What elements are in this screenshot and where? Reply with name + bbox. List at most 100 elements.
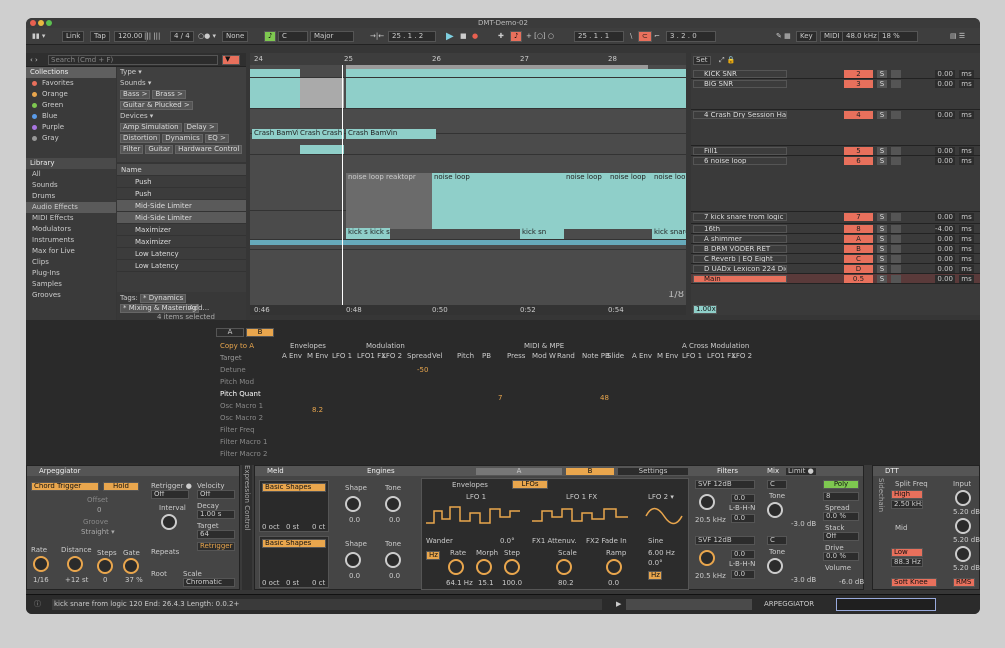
filter-a-select[interactable]: SVF 12dB <box>695 480 755 489</box>
track-header[interactable]: BIG SNR 3 S 0.00 ms <box>691 79 980 110</box>
arm-button[interactable] <box>891 70 901 78</box>
gate-knob[interactable] <box>123 558 139 574</box>
track-activator[interactable]: 7 <box>844 213 873 221</box>
follow-icon[interactable]: →|← <box>370 31 384 42</box>
arm-button[interactable] <box>891 255 901 263</box>
hold-button[interactable]: Hold <box>103 482 139 491</box>
clip-noise-loop[interactable]: noise loop reaktopr <box>346 173 432 229</box>
overdub-icon[interactable]: ✚ <box>498 31 504 42</box>
track-delay-unit[interactable]: ms <box>959 147 974 155</box>
library-item[interactable]: Instruments <box>26 235 116 246</box>
limit-toggle[interactable]: Limit ● <box>785 467 817 476</box>
tone-b-knob[interactable] <box>385 552 401 568</box>
device-filter-chip[interactable]: Distortion <box>120 134 161 143</box>
name-column-header[interactable]: Name <box>117 164 246 176</box>
sound-filter-chip[interactable]: Brass > <box>152 90 186 99</box>
solo-button[interactable]: S <box>877 70 887 78</box>
matrix-tab-b[interactable]: B <box>246 328 274 337</box>
osc-a-st[interactable]: 0 st <box>286 523 299 531</box>
rms-toggle[interactable]: RMS <box>953 578 975 587</box>
track-activator[interactable]: 0.5 <box>844 275 873 283</box>
track-activator[interactable]: 5 <box>844 147 873 155</box>
browser-search-input[interactable]: Search (Cmd + F) <box>48 55 218 65</box>
matrix-value[interactable]: -50 <box>417 366 428 374</box>
draw-mode-icon[interactable]: \ <box>630 31 632 42</box>
track-header[interactable]: 6 noise loop 6 S 0.00 ms <box>691 156 980 212</box>
track-name[interactable]: BIG SNR <box>693 80 787 88</box>
osc-a-oct[interactable]: 0 oct <box>262 523 280 531</box>
filter-a-type[interactable]: L-B-H-N <box>729 504 755 512</box>
scale-toggle[interactable]: ♪ <box>264 31 277 42</box>
decay-field[interactable]: 1.00 s <box>197 510 235 519</box>
track-name[interactable]: Fill1 <box>693 147 787 155</box>
lfo2-hz-toggle[interactable]: Hz <box>648 571 662 580</box>
lfo2-label[interactable]: LFO 2 ▾ <box>648 493 674 501</box>
library-item[interactable]: Plug-Ins <box>26 268 116 279</box>
arm-button[interactable] <box>891 235 901 243</box>
input-low-knob[interactable] <box>955 546 971 562</box>
device-filter-chip[interactable]: EQ > <box>204 134 229 143</box>
copy-to-a[interactable]: Copy to A <box>220 342 254 350</box>
track-name[interactable]: Main <box>693 275 787 283</box>
loop-icon[interactable]: + [○] ○ <box>526 31 554 42</box>
record-icon[interactable]: ● <box>472 31 478 42</box>
collection-item[interactable]: Purple <box>26 122 116 133</box>
tag-dynamics[interactable]: * Dynamics <box>140 294 187 303</box>
lfo1fx-waveform[interactable] <box>532 503 628 529</box>
tag-mixing[interactable]: * Mixing & Mastering <box>120 304 200 313</box>
tempo-field[interactable]: 120.00 <box>114 31 147 42</box>
osc-b-st[interactable]: 0 st <box>286 579 299 587</box>
poly-toggle[interactable]: Poly <box>823 480 859 489</box>
track-header[interactable]: Fill1 5 S 0.00 ms <box>691 146 980 156</box>
track-name[interactable]: A shimmer <box>693 235 787 243</box>
lfo2-shape[interactable]: Sine <box>648 537 663 545</box>
meld-tab-b[interactable]: B <box>565 467 615 476</box>
clip-kick-snare[interactable]: kick sn <box>520 228 564 239</box>
matrix-row-target[interactable]: Filter Macro 2 <box>220 450 267 458</box>
clip-noise-loop[interactable]: noise loop <box>564 173 608 229</box>
library-item[interactable]: Max for Live <box>26 246 116 257</box>
track-activator[interactable]: 4 <box>844 111 873 119</box>
clip-kick-snare[interactable]: kick snare fr <box>652 228 686 239</box>
track-activator[interactable]: A <box>844 235 873 243</box>
arp-mode-select[interactable]: Chord Trigger <box>31 482 99 491</box>
sound-filter-chip[interactable]: Guitar & Plucked > <box>120 101 193 110</box>
track-volume[interactable]: -4.00 <box>935 225 955 233</box>
track-delay-unit[interactable]: ms <box>959 255 974 263</box>
lfo-morph-knob[interactable] <box>476 559 492 575</box>
track-activator[interactable]: D <box>844 265 873 273</box>
arm-button[interactable] <box>891 80 901 88</box>
clip-kick-snare[interactable]: kick sn <box>368 228 390 239</box>
track-volume[interactable]: 0.00 <box>935 265 955 273</box>
drive-field[interactable]: 0.0 % <box>823 552 859 561</box>
view-toggle-icon[interactable]: ▮▮ ▾ <box>32 31 45 42</box>
track-header[interactable]: Main 0.5 S 0.00 ms <box>691 274 980 284</box>
automation-arm-icon[interactable]: ♪ <box>510 31 523 42</box>
track-name[interactable]: B DRM VODER RET <box>693 245 787 253</box>
arm-button[interactable] <box>891 157 901 165</box>
solo-button[interactable]: S <box>877 213 887 221</box>
library-item[interactable]: Grooves <box>26 290 116 301</box>
fx1-select[interactable]: FX1 Attenuv. <box>532 537 577 545</box>
interval-knob[interactable] <box>161 514 177 530</box>
solo-button[interactable]: S <box>877 255 887 263</box>
collection-item[interactable]: Orange <box>26 89 116 100</box>
track-name[interactable]: 6 noise loop <box>693 157 787 165</box>
filter-a-gain[interactable]: 0.0 <box>731 494 755 503</box>
browser-result-item[interactable]: Maximizer <box>117 224 246 236</box>
clip-noise-loop[interactable]: noise loop <box>608 173 652 229</box>
steps-knob[interactable] <box>97 558 113 574</box>
clip-crash[interactable]: Crash B <box>320 129 344 139</box>
scale-select[interactable]: Major <box>310 31 354 42</box>
filter-b-gain[interactable]: 0.0 <box>731 550 755 559</box>
clip-crash[interactable]: Crash ( <box>298 129 320 139</box>
solo-button[interactable]: S <box>877 157 887 165</box>
osc-b-select[interactable]: Basic Shapes <box>262 539 326 548</box>
lfos-tab[interactable]: LFOs <box>512 480 548 489</box>
matrix-row-target[interactable]: Pitch Mod <box>220 378 254 386</box>
browser-result-item[interactable]: Mid-Side Limiter <box>117 212 246 224</box>
sound-filter-chip[interactable]: Bass > <box>120 90 151 99</box>
arm-button[interactable] <box>891 111 901 119</box>
track-name[interactable]: D UADx Lexicon 224 Digital R <box>693 265 787 273</box>
track-header[interactable]: KICK SNR 2 S 0.00 ms <box>691 69 980 79</box>
